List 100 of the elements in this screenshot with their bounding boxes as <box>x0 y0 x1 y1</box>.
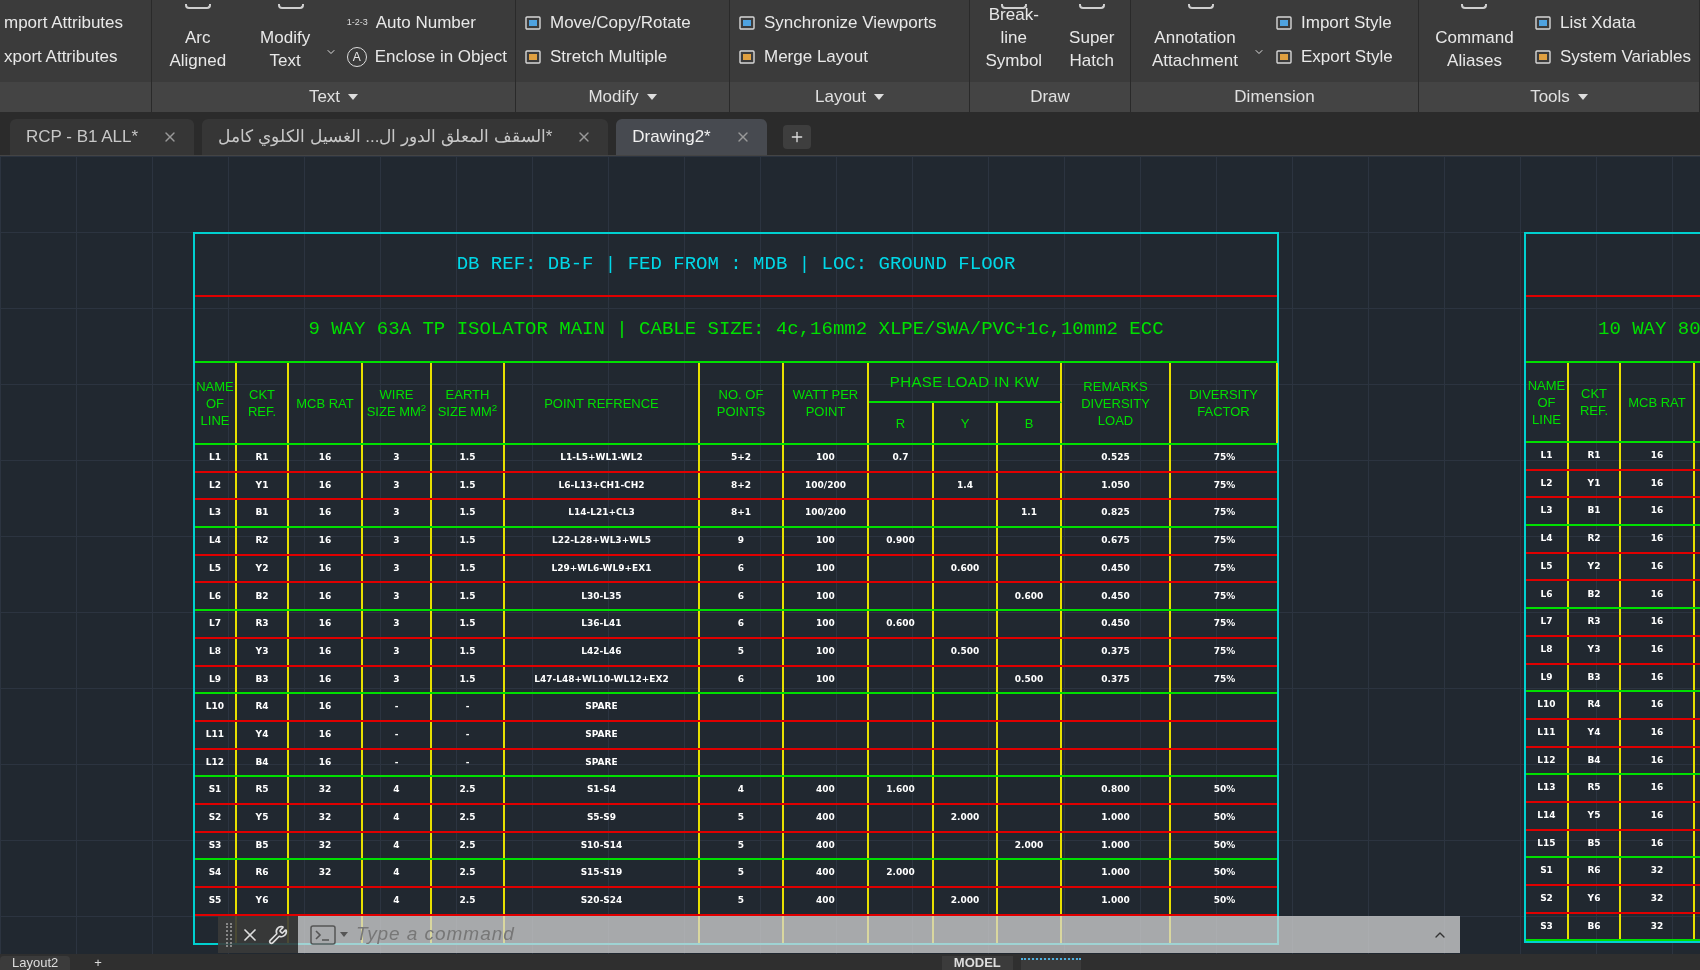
table-cell-text: 0.375 <box>1101 644 1130 658</box>
table-cell: 4 <box>393 811 400 825</box>
table-cell-text: 16 <box>318 561 332 575</box>
table-cell: 16 <box>1650 449 1664 463</box>
table-cell: 0.900 <box>886 534 915 548</box>
model-button[interactable]: MODEL <box>941 956 1013 970</box>
column-header: WATT PER POINT <box>791 386 860 420</box>
panel-label[interactable]: Layout <box>814 84 884 110</box>
settings-icon[interactable] <box>268 924 288 945</box>
table-cell: R2 <box>255 534 269 548</box>
table-cell: Y6 <box>255 894 269 908</box>
column-header: CKT REF. <box>246 386 278 420</box>
ribbon-button[interactable]: 1-2-3 Auto Number <box>342 6 511 40</box>
tool-icon <box>1275 48 1293 66</box>
table-cell-text: 4 <box>393 838 400 852</box>
ribbon-button[interactable]: xport Attributes <box>4 40 124 74</box>
ribbon-button[interactable]: Command Aliases <box>1423 4 1526 76</box>
table-cell: L22-L28+WL3+WL5 <box>551 534 652 548</box>
grip-icon[interactable] <box>226 922 232 947</box>
ribbon-button[interactable]: System Variables <box>1530 40 1695 74</box>
panel-label[interactable]: Modify <box>588 84 657 110</box>
table-cell: 16 <box>1650 504 1664 518</box>
table-cell: 1.1 <box>1021 506 1037 520</box>
layout-tab[interactable]: Layout2 <box>0 956 71 970</box>
table-cell: 16 <box>318 617 332 631</box>
ribbon-button[interactable]: Merge Layout <box>734 40 941 74</box>
table-cell: R4 <box>1587 698 1601 712</box>
prompt-icon[interactable] <box>310 924 348 945</box>
table-cell: 1.5 <box>459 617 476 631</box>
table-cell: 0.7 <box>892 451 909 465</box>
table-cell-text: 16 <box>318 755 332 769</box>
panel-label[interactable]: Text <box>308 84 359 110</box>
table-cell-text: 1.5 <box>459 478 476 492</box>
table-cell: 1.5 <box>459 506 476 520</box>
ribbon-button[interactable]: mport Attributes <box>4 6 124 40</box>
table-cell-text: L8 <box>209 644 221 658</box>
table-cell: L13 <box>1537 781 1556 795</box>
table-cell: 3 <box>393 506 400 520</box>
table-cell-text: 3 <box>393 589 400 603</box>
table-cell: 0.800 <box>1101 783 1130 797</box>
ribbon-button[interactable]: Stretch Multiple <box>520 40 695 74</box>
table-cell: S2 <box>208 811 222 825</box>
file-tab[interactable]: السقف المعلق الدور ال... الغسيل الكلوي كامل* <box>202 119 609 155</box>
table-cell: 0.600 <box>886 617 915 631</box>
table-cell-text: L15 <box>1537 836 1556 850</box>
table-cell: R4 <box>255 700 269 714</box>
table-cell: 32 <box>318 866 332 880</box>
table-cell: 100 <box>816 617 835 631</box>
command-line-handle[interactable] <box>218 916 298 953</box>
panel-label[interactable]: Dimension <box>1234 84 1315 110</box>
table-cell: Y5 <box>1587 809 1601 823</box>
add-layout-button[interactable]: + <box>94 956 102 970</box>
table-cell: 2.5 <box>459 866 476 880</box>
ribbon-button[interactable]: A Enclose in Object <box>342 40 511 74</box>
drawing-canvas[interactable] <box>0 156 1700 954</box>
table-cell-text: L6 <box>1540 587 1553 601</box>
table-cell-text: 3 <box>393 478 400 492</box>
table-cell-text: - <box>394 727 399 741</box>
ribbon-button[interactable]: Synchronize Viewports <box>734 6 941 40</box>
table-cell-text: Y1 <box>1587 476 1601 490</box>
tool-icon <box>738 48 756 66</box>
table-cell-text: 0.450 <box>1101 561 1130 575</box>
table-cell: SPARE <box>585 700 618 714</box>
table-cell: 50% <box>1213 783 1236 797</box>
new-tab-button[interactable] <box>782 125 811 149</box>
table-cell-text: 16 <box>1650 559 1664 573</box>
schedule-subtitle: 9 WAY 63A TP ISOLATOR MAIN | CABLE SIZE: 4c,16mm2 XLPE/SWA/PVC+1c,10mm2 ECC <box>308 316 1164 342</box>
grid-icon[interactable] <box>1020 958 1081 970</box>
table-cell: S5-S9 <box>586 811 617 825</box>
ribbon-button[interactable]: Move/Copy/Rotate <box>520 6 695 40</box>
column-header: EARTH SIZE MM$^{2}$ <box>436 386 499 420</box>
panel-label[interactable]: Draw <box>1030 84 1070 110</box>
table-cell-text: 6 <box>737 672 745 686</box>
table-cell: L10 <box>205 700 225 714</box>
ribbon-button[interactable]: Break-line Symbol <box>974 4 1054 76</box>
ribbon-button[interactable]: Export Style <box>1271 40 1397 74</box>
file-tab[interactable]: RCP - B1 ALL* <box>10 119 195 155</box>
table-cell: S15-S19 <box>580 866 623 880</box>
ribbon-button[interactable]: Modify Text <box>243 4 339 76</box>
table-cell-text: 1.4 <box>957 478 973 492</box>
table-cell: L36-L41 <box>581 617 622 631</box>
panel-label[interactable]: Tools <box>1530 84 1588 110</box>
table-cell-text: 5 <box>737 644 745 658</box>
column-header: NO. OF POINTS <box>715 386 767 420</box>
table-cell: 16 <box>1650 809 1664 823</box>
ribbon-button[interactable]: Super Hatch <box>1057 4 1126 76</box>
table-cell: L14 <box>1537 809 1556 823</box>
ribbon-button[interactable]: Import Style <box>1271 6 1397 40</box>
table-cell: 16 <box>318 700 332 714</box>
tool-icon <box>524 48 542 66</box>
table-cell-text: 32 <box>318 838 332 852</box>
table-cell-text: Y1 <box>255 478 269 492</box>
table-cell-text: 3 <box>393 672 400 686</box>
table-cell-text: B3 <box>1587 670 1601 684</box>
file-tab[interactable]: Drawing2* <box>616 119 767 155</box>
table-cell-text: 0.600 <box>950 561 980 575</box>
ribbon-button[interactable]: List Xdata <box>1530 6 1695 40</box>
table-cell: 2.5 <box>459 894 476 908</box>
ribbon-button[interactable]: Arc Aligned <box>156 4 240 76</box>
ribbon-button[interactable]: Annotation Attachment <box>1135 4 1267 76</box>
